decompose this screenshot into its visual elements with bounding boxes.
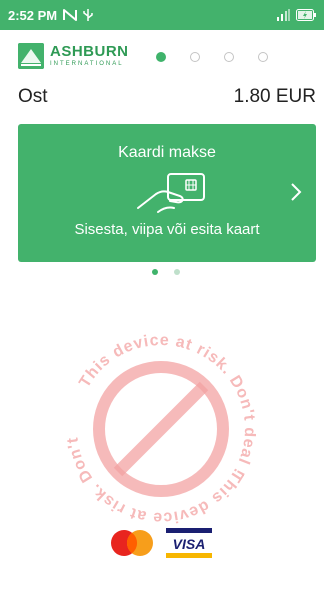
battery-charging-icon (296, 9, 316, 21)
page-dot-3 (224, 52, 234, 62)
signal-icon (276, 9, 290, 21)
mastercard-icon (108, 528, 156, 563)
accepted-cards: VISA (108, 528, 212, 563)
transaction-type: Ost (18, 86, 48, 107)
carousel-dot-1 (152, 269, 158, 275)
status-bar: 2:52 PM (0, 0, 324, 30)
nfc-icon (63, 9, 78, 21)
risk-watermark: This device at risk. Don't deal ! This d… (61, 321, 258, 529)
header: ASHBURN INTERNATIONAL (0, 40, 324, 74)
transaction-amount: 1.80 EUR (233, 86, 316, 107)
page-dot-1 (156, 52, 166, 62)
carousel-dot-2 (174, 269, 180, 275)
logo-title: ASHBURN (50, 43, 129, 60)
visa-icon: VISA (166, 528, 212, 563)
card-tap-icon (136, 172, 216, 221)
logo-mark-icon (18, 43, 44, 69)
page-dot-4 (258, 52, 268, 62)
chevron-right-icon (290, 182, 302, 207)
visa-label: VISA (173, 536, 206, 552)
card-payment-instruction: Sisesta, viipa või esita kaart (74, 221, 260, 238)
card-payment-title: Kaardi makse (118, 144, 216, 161)
page-indicator (156, 52, 268, 62)
status-time: 2:52 PM (8, 7, 58, 23)
carousel-indicator (152, 269, 180, 275)
page-dot-2 (190, 52, 200, 62)
card-payment-button[interactable]: Kaardi makse Sisesta, viipa või esita ka… (18, 124, 316, 262)
usb-icon (83, 8, 93, 22)
logo-subtitle: INTERNATIONAL (50, 61, 124, 67)
risk-watermark-icon: This device at risk. Don't deal ! This d… (61, 321, 258, 526)
transaction-summary: Ost 1.80 EUR (18, 86, 316, 108)
ashburn-logo: ASHBURN INTERNATIONAL (18, 43, 129, 69)
